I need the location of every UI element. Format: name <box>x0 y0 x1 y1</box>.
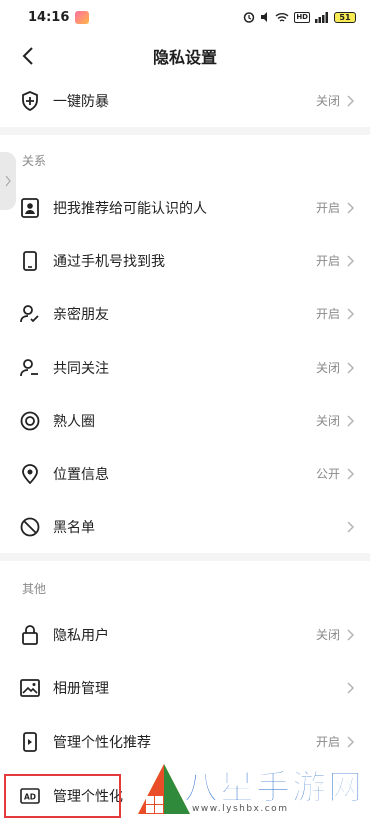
lock-icon <box>20 624 40 645</box>
list-item-value: 开启 <box>315 201 340 215</box>
list-item-anti-harass[interactable]: 一键防暴 关闭 <box>0 74 370 127</box>
chevron-right-icon <box>347 681 355 694</box>
phone-icon <box>20 250 40 271</box>
list-item-label: 熟人圈 <box>53 413 95 430</box>
app-notification-icon <box>75 10 90 24</box>
list-item-recommend-me[interactable]: 把我推荐给可能认识的人 开启 <box>0 181 370 234</box>
list-item-label: 亲密朋友 <box>53 306 109 323</box>
list-item-value: 公开 <box>315 467 340 481</box>
signal-icon <box>315 11 328 23</box>
list-item-acquaintance-circle[interactable]: 熟人圈 关闭 <box>0 394 370 447</box>
hd-icon: HD <box>294 11 310 23</box>
section-divider <box>0 127 370 135</box>
shield-plus-icon <box>20 90 40 111</box>
watermark: 八星手游网 www.lyshbx.com <box>122 752 370 822</box>
image-icon <box>20 678 40 698</box>
chevron-right-icon <box>347 201 355 214</box>
list-item-label: 管理个性化推荐 <box>53 734 151 751</box>
list-item-location[interactable]: 位置信息 公开 <box>0 447 370 500</box>
chevron-right-icon <box>347 307 355 320</box>
chevron-right-icon <box>347 94 355 107</box>
list-item-value: 关闭 <box>315 94 340 108</box>
battery-icon: 51 <box>334 11 356 23</box>
chevron-right-icon <box>347 628 355 641</box>
list-item-album-manage[interactable]: 相册管理 <box>0 661 370 714</box>
section-header-relations: 关系 <box>22 154 47 168</box>
list-item-value: 关闭 <box>315 361 340 375</box>
list-item-label: 隐私用户 <box>53 627 109 644</box>
list-item-value: 开启 <box>315 735 340 749</box>
list-item-value: 开启 <box>315 254 340 268</box>
watermark-title: 八星手游网 <box>184 768 364 809</box>
chevron-right-icon <box>347 520 355 533</box>
list-item-value: 关闭 <box>315 628 340 642</box>
list-item-label: 共同关注 <box>53 360 109 377</box>
status-time: 14:16 <box>28 9 70 25</box>
list-item-label: 黑名单 <box>53 519 95 536</box>
alarm-icon <box>244 12 255 23</box>
list-item-value: 关闭 <box>315 414 340 428</box>
phone-recommend-icon <box>20 731 40 752</box>
watermark-url: www.lyshbx.com <box>192 804 289 814</box>
list-item-mutual-follow[interactable]: 共同关注 关闭 <box>0 341 370 394</box>
section-divider <box>0 553 370 561</box>
nav-bar: 隐私设置 <box>0 34 370 78</box>
contact-card-icon <box>20 197 40 218</box>
back-button[interactable] <box>14 42 42 70</box>
chevron-left-icon <box>22 47 33 65</box>
list-item-label: 相册管理 <box>53 680 109 697</box>
mutual-follow-icon <box>20 358 40 378</box>
chevron-right-icon <box>347 735 355 748</box>
circle-icon <box>20 411 40 431</box>
highlight-annotation <box>4 774 121 818</box>
list-item-label: 一键防暴 <box>53 93 109 110</box>
location-pin-icon <box>20 463 40 484</box>
list-item-blacklist[interactable]: 黑名单 <box>0 500 370 553</box>
list-item-label: 位置信息 <box>53 466 109 483</box>
list-item-close-friends[interactable]: 亲密朋友 开启 <box>0 287 370 340</box>
page-title: 隐私设置 <box>152 48 217 67</box>
chevron-right-icon <box>347 467 355 480</box>
wifi-icon <box>275 12 289 22</box>
status-indicators: HD 51 <box>243 11 356 23</box>
list-item-find-by-phone[interactable]: 通过手机号找到我 开启 <box>0 234 370 287</box>
chevron-right-icon <box>347 414 355 427</box>
list-item-label: 通过手机号找到我 <box>53 253 165 270</box>
list-item-value: 开启 <box>315 307 340 321</box>
chevron-right-icon <box>347 254 355 267</box>
list-item-label: 把我推荐给可能认识的人 <box>53 200 207 217</box>
section-header-other: 其他 <box>22 582 47 596</box>
status-bar: 14:16 HD 51 <box>0 0 370 34</box>
chevron-right-icon <box>347 361 355 374</box>
list-item-private-user[interactable]: 隐私用户 关闭 <box>0 608 370 661</box>
mute-icon <box>261 12 268 22</box>
close-friends-icon <box>20 304 40 324</box>
block-icon <box>20 517 40 537</box>
